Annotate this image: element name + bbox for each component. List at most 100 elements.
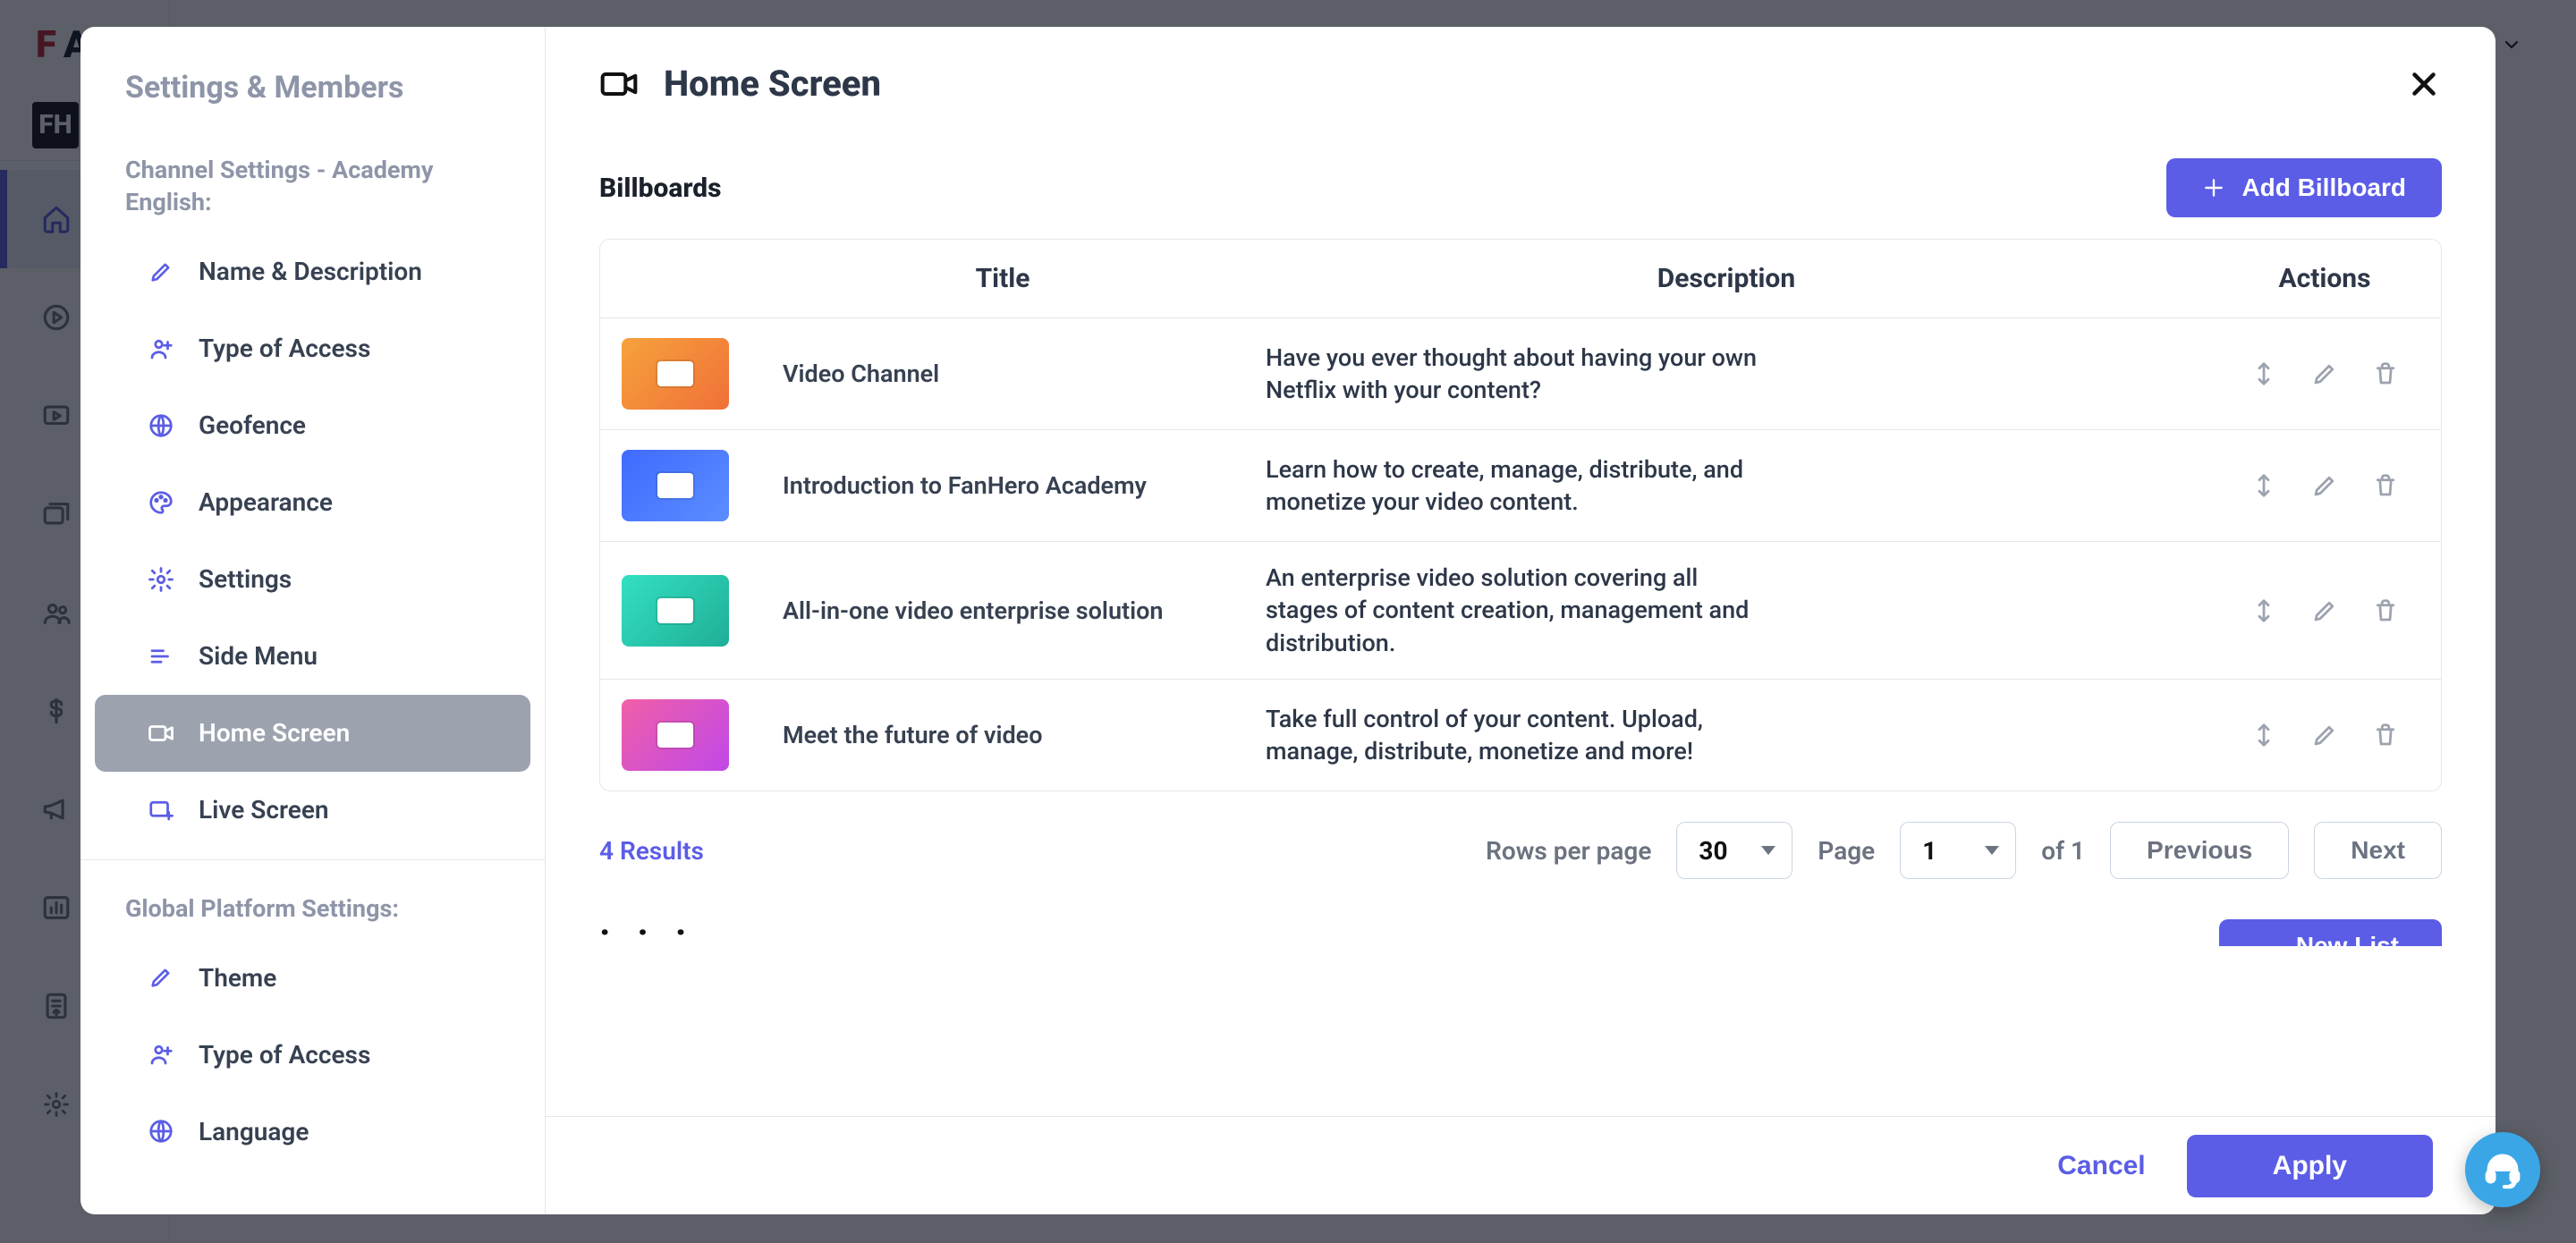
- table-row: Introduction to FanHero Academy Learn ho…: [600, 430, 2441, 542]
- support-button[interactable]: [2465, 1132, 2540, 1207]
- plus-icon: [2202, 176, 2225, 199]
- edit-button[interactable]: [2309, 359, 2340, 389]
- col-actions: Actions: [2208, 240, 2441, 318]
- settings-item-label: Language: [199, 1117, 309, 1146]
- pagination-row: 4 Results Rows per page 30 Page 1 of 1 P…: [599, 822, 2442, 879]
- cancel-button[interactable]: Cancel: [2052, 1150, 2150, 1182]
- billboards-table: Title Description Actions Video Channel …: [599, 239, 2442, 791]
- row-title: All-in-one video enterprise solution: [761, 542, 1244, 680]
- globe-icon: [147, 1117, 175, 1146]
- global-settings-heading: Global Platform Settings:: [80, 871, 545, 939]
- close-button[interactable]: [2406, 66, 2442, 102]
- settings-item-label: Theme: [199, 963, 276, 993]
- row-description: Have you ever thought about having your …: [1266, 342, 1767, 407]
- settings-item-settings[interactable]: Settings: [95, 541, 530, 618]
- settings-item-label: Home Screen: [199, 718, 350, 748]
- previous-button[interactable]: Previous: [2110, 822, 2289, 879]
- person-plus-icon: [147, 1040, 175, 1069]
- modal-backdrop: Settings & Members Channel Settings - Ac…: [0, 0, 2576, 1243]
- row-title: Introduction to FanHero Academy: [761, 430, 1244, 542]
- lists-section-header: · · · New List: [599, 911, 2442, 953]
- delete-button[interactable]: [2370, 720, 2401, 750]
- sidebar-divider: [80, 859, 545, 860]
- table-row: Video Channel Have you ever thought abou…: [600, 318, 2441, 430]
- settings-item-name-description[interactable]: Name & Description: [95, 233, 530, 310]
- person-plus-icon: [147, 334, 175, 363]
- modal-main: Home Screen Billboards Add Billboard: [546, 27, 2496, 1214]
- palette-icon: [147, 488, 175, 517]
- settings-item-language[interactable]: Language: [95, 1093, 530, 1170]
- delete-button[interactable]: [2370, 596, 2401, 626]
- results-count: 4 Results: [599, 836, 704, 866]
- edit-button[interactable]: [2309, 596, 2340, 626]
- row-thumbnail: [622, 575, 729, 647]
- row-title: Video Channel: [761, 318, 1244, 430]
- settings-item-label: Geofence: [199, 410, 306, 440]
- page-select[interactable]: 1: [1900, 822, 2016, 879]
- of-label: of 1: [2041, 836, 2085, 866]
- settings-item-geofence[interactable]: Geofence: [95, 387, 530, 464]
- row-description: An enterprise video solution covering al…: [1266, 562, 1767, 659]
- drag-handle[interactable]: [2249, 359, 2279, 389]
- settings-item-type-of-access[interactable]: Type of Access: [95, 310, 530, 387]
- row-thumbnail: [622, 450, 729, 521]
- row-title: Meet the future of video: [761, 680, 1244, 791]
- delete-button[interactable]: [2370, 470, 2401, 501]
- settings-item-home-screen[interactable]: Home Screen: [95, 695, 530, 772]
- row-description: Take full control of your content. Uploa…: [1266, 703, 1767, 768]
- rows-per-page-select[interactable]: 30: [1676, 822, 1792, 879]
- settings-item-side-menu[interactable]: Side Menu: [95, 618, 530, 695]
- table-row: Meet the future of video Take full contr…: [600, 680, 2441, 791]
- settings-item-label: Live Screen: [199, 795, 329, 824]
- settings-item-type-of-access[interactable]: Type of Access: [95, 1016, 530, 1093]
- video-icon: [147, 719, 175, 748]
- add-billboard-label: Add Billboard: [2241, 173, 2406, 202]
- plus-icon: [2262, 932, 2282, 946]
- settings-item-label: Type of Access: [199, 1040, 370, 1070]
- drag-handle[interactable]: [2249, 470, 2279, 501]
- table-row: All-in-one video enterprise solution An …: [600, 542, 2441, 680]
- page-label: Page: [1818, 836, 1875, 866]
- edit-button[interactable]: [2309, 720, 2340, 750]
- new-list-label: New List: [2296, 932, 2399, 946]
- rows-per-page-label: Rows per page: [1486, 836, 1651, 866]
- edit-button[interactable]: [2309, 470, 2340, 501]
- drag-handle[interactable]: [2249, 720, 2279, 750]
- add-billboard-button[interactable]: Add Billboard: [2166, 158, 2442, 217]
- row-thumbnail: [622, 699, 729, 771]
- modal-sidebar: Settings & Members Channel Settings - Ac…: [80, 27, 546, 1214]
- drag-handle[interactable]: [2249, 596, 2279, 626]
- settings-item-label: Type of Access: [199, 334, 370, 363]
- table-header-row: Title Description Actions: [600, 240, 2441, 318]
- settings-item-label: Name & Description: [199, 257, 422, 286]
- settings-item-label: Settings: [199, 564, 292, 594]
- next-button[interactable]: Next: [2314, 822, 2442, 879]
- settings-item-label: Side Menu: [199, 641, 318, 671]
- settings-item-theme[interactable]: Theme: [95, 939, 530, 1016]
- modal-header: Home Screen: [599, 63, 881, 105]
- channel-settings-heading: Channel Settings - Academy English:: [80, 132, 545, 233]
- modal-sidebar-title: Settings & Members: [80, 70, 545, 132]
- settings-item-appearance[interactable]: Appearance: [95, 464, 530, 541]
- col-title: Title: [761, 240, 1244, 318]
- list-icon: [147, 642, 175, 671]
- row-description: Learn how to create, manage, distribute,…: [1266, 453, 1767, 519]
- modal-footer: Cancel Apply: [546, 1116, 2496, 1214]
- row-thumbnail: [622, 338, 729, 410]
- globe-icon: [147, 411, 175, 440]
- delete-button[interactable]: [2370, 359, 2401, 389]
- live-plus-icon: [147, 796, 175, 824]
- video-icon: [599, 64, 639, 104]
- new-list-button[interactable]: New List: [2219, 919, 2442, 946]
- col-description: Description: [1244, 240, 2208, 318]
- pencil-icon: [147, 258, 175, 286]
- ellipsis-icon: · · ·: [599, 911, 695, 953]
- settings-item-label: Appearance: [199, 487, 333, 517]
- headset-icon: [2482, 1149, 2523, 1190]
- gear-icon: [147, 565, 175, 594]
- modal-title-text: Home Screen: [664, 63, 881, 105]
- apply-button[interactable]: Apply: [2187, 1135, 2433, 1197]
- settings-modal: Settings & Members Channel Settings - Ac…: [80, 27, 2496, 1214]
- settings-item-live-screen[interactable]: Live Screen: [95, 772, 530, 849]
- billboards-heading: Billboards: [599, 173, 722, 204]
